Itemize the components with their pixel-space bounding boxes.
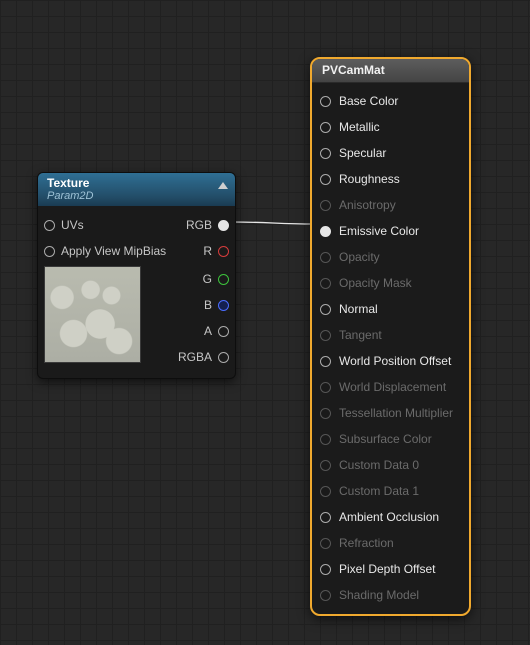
texture-node-title: Texture	[47, 176, 226, 190]
material-pin-label: Refraction	[339, 536, 394, 550]
pin-anisotropy[interactable]	[320, 200, 331, 211]
material-pin-roughness[interactable]: Roughness	[312, 166, 469, 192]
texture-thumbnail[interactable]	[44, 266, 141, 363]
material-pin-label: Specular	[339, 146, 386, 160]
pin-r[interactable]	[218, 246, 229, 257]
texture-node-subtitle: Param2D	[47, 190, 226, 202]
pin-roughness[interactable]	[320, 174, 331, 185]
material-pin-label: Tessellation Multiplier	[339, 406, 453, 420]
material-pin-emissive[interactable]: Emissive Color	[312, 218, 469, 244]
material-pin-label: Base Color	[339, 94, 398, 108]
pin-rgb[interactable]	[218, 220, 229, 231]
pin-opacity[interactable]	[320, 252, 331, 263]
material-pin-label: Anisotropy	[339, 198, 396, 212]
material-pin-label: World Position Offset	[339, 354, 451, 368]
pin-mipbias[interactable]	[44, 246, 55, 257]
material-pin-label: Shading Model	[339, 588, 419, 602]
pin-a[interactable]	[218, 326, 229, 337]
material-pin-shading_model[interactable]: Shading Model	[312, 582, 469, 608]
material-pin-label: Emissive Color	[339, 224, 419, 238]
material-pin-opacity_mask[interactable]: Opacity Mask	[312, 270, 469, 296]
material-pin-label: Normal	[339, 302, 378, 316]
output-label-g: G	[203, 272, 212, 286]
pin-custom1[interactable]	[320, 486, 331, 497]
material-pin-custom0[interactable]: Custom Data 0	[312, 452, 469, 478]
material-pin-label: Ambient Occlusion	[339, 510, 439, 524]
pin-rgba[interactable]	[218, 352, 229, 363]
input-label-mipbias: Apply View MipBias	[61, 244, 166, 258]
pin-wpo[interactable]	[320, 356, 331, 367]
output-label-r: R	[203, 244, 212, 258]
pin-subsurface[interactable]	[320, 434, 331, 445]
material-result-node[interactable]: PVCamMat Base Color Metallic Specular Rough…	[310, 57, 471, 616]
input-label-uvs: UVs	[61, 218, 84, 232]
material-pin-specular[interactable]: Specular	[312, 140, 469, 166]
pin-uvs[interactable]	[44, 220, 55, 231]
material-node-header[interactable]: PVCamMat	[312, 59, 469, 83]
material-pin-label: Custom Data 0	[339, 458, 419, 472]
material-pin-label: Opacity Mask	[339, 276, 412, 290]
material-pin-normal[interactable]: Normal	[312, 296, 469, 322]
material-pin-subsurface[interactable]: Subsurface Color	[312, 426, 469, 452]
pin-tangent[interactable]	[320, 330, 331, 341]
material-pin-label: Tangent	[339, 328, 382, 342]
pin-g[interactable]	[218, 274, 229, 285]
material-pin-label: Metallic	[339, 120, 380, 134]
material-pin-custom1[interactable]: Custom Data 1	[312, 478, 469, 504]
material-pin-label: Opacity	[339, 250, 380, 264]
pin-normal[interactable]	[320, 304, 331, 315]
pin-pdo[interactable]	[320, 564, 331, 575]
material-pin-label: Subsurface Color	[339, 432, 432, 446]
output-label-a: A	[204, 324, 212, 338]
pin-base_color[interactable]	[320, 96, 331, 107]
chevron-up-icon[interactable]	[218, 182, 228, 189]
material-pin-metallic[interactable]: Metallic	[312, 114, 469, 140]
output-label-b: B	[204, 298, 212, 312]
material-pin-ao[interactable]: Ambient Occlusion	[312, 504, 469, 530]
pin-tess_mult[interactable]	[320, 408, 331, 419]
pin-opacity_mask[interactable]	[320, 278, 331, 289]
material-pin-label: Custom Data 1	[339, 484, 419, 498]
material-pin-world_disp[interactable]: World Displacement	[312, 374, 469, 400]
material-pin-refraction[interactable]: Refraction	[312, 530, 469, 556]
pin-emissive[interactable]	[320, 226, 331, 237]
pin-ao[interactable]	[320, 512, 331, 523]
material-pin-label: Pixel Depth Offset	[339, 562, 436, 576]
material-node-title: PVCamMat	[322, 63, 459, 77]
pin-refraction[interactable]	[320, 538, 331, 549]
material-pin-wpo[interactable]: World Position Offset	[312, 348, 469, 374]
texture-node[interactable]: Texture Param2D UVs RGB Apply View MipBi…	[37, 172, 236, 379]
pin-metallic[interactable]	[320, 122, 331, 133]
material-pin-tangent[interactable]: Tangent	[312, 322, 469, 348]
material-pin-label: Roughness	[339, 172, 400, 186]
material-pin-pdo[interactable]: Pixel Depth Offset	[312, 556, 469, 582]
material-pin-label: World Displacement	[339, 380, 446, 394]
pin-world_disp[interactable]	[320, 382, 331, 393]
pin-custom0[interactable]	[320, 460, 331, 471]
texture-node-header[interactable]: Texture Param2D	[38, 173, 235, 206]
material-pin-tess_mult[interactable]: Tessellation Multiplier	[312, 400, 469, 426]
material-pin-opacity[interactable]: Opacity	[312, 244, 469, 270]
material-pin-anisotropy[interactable]: Anisotropy	[312, 192, 469, 218]
material-pin-base_color[interactable]: Base Color	[312, 88, 469, 114]
pin-shading_model[interactable]	[320, 590, 331, 601]
output-label-rgb: RGB	[186, 218, 212, 232]
pin-specular[interactable]	[320, 148, 331, 159]
pin-b[interactable]	[218, 300, 229, 311]
output-label-rgba: RGBA	[178, 350, 212, 364]
